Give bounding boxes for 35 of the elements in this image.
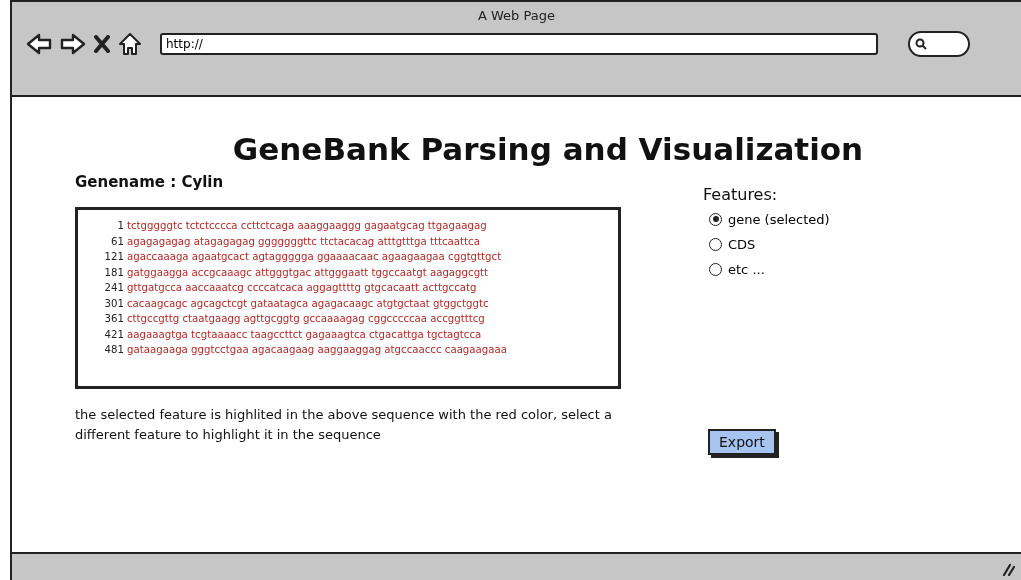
sequence-line: gttgatgcca aaccaaatcg ccccatcaca aggagttttg gtgcacaatt acttgccatg: [127, 281, 477, 295]
search-field[interactable]: [908, 31, 970, 57]
line-number: 241: [103, 281, 124, 295]
address-field[interactable]: http://: [160, 33, 878, 55]
sequence-line: gatggaagga accgcaaagc attgggtgac attgggaatt tggccaatgt aagaggcgtt: [127, 265, 489, 280]
sequence-line: tctgggggtc tctctcccca ccttctcaga aaaggaaggg gagaatgcag ttgagaagag: [127, 219, 487, 233]
sequence-line: cacaagcagc agcagctcgt gataatagca agagacaagc atgtgctaat gtggctggtc: [127, 296, 489, 311]
radio-label[interactable]: gene (selected): [728, 211, 830, 227]
line-number: 301: [103, 296, 124, 311]
radio-label[interactable]: CDS: [728, 236, 756, 252]
search-icon: [915, 38, 927, 50]
line-number: 361: [103, 312, 124, 326]
line-number: 481: [103, 343, 124, 357]
line-number: 121: [103, 250, 124, 264]
line-number: 421: [103, 327, 124, 342]
description-text: the selected feature is highlited in the above sequence with the red color, select a different feature to highlight it in the sequence: [75, 406, 613, 444]
sequence-line: agagagagag atagagagag gggggggttc ttctacacag atttgtttga tttcaattca: [127, 234, 480, 249]
line-number: 1: [116, 219, 124, 233]
export-button[interactable]: Export: [708, 429, 776, 455]
sequence-line: cttgccgttg ctaatgaagg agttgcggtg gccaaaagag cggcccccaa accggtttcg: [127, 312, 485, 326]
line-number: 61: [110, 234, 124, 249]
close-icon[interactable]: [94, 35, 110, 53]
window-title: A Web Page: [477, 8, 556, 23]
genename-label: Genename : Cylin: [75, 173, 225, 191]
features-label: Features:: [703, 185, 779, 204]
sequence-line: agaccaaaga agaatgcact agtaggggga ggaaaacaac agaagaagaa cggtgttgct: [127, 250, 502, 264]
sequence-line: gataagaaga gggtcctgaa agacaagaag aaggaaggag atgccaaccc caagaagaaa: [127, 343, 508, 357]
resize-grip-icon[interactable]: [1001, 562, 1015, 576]
back-icon[interactable]: [26, 33, 52, 55]
radio-label[interactable]: etc ...: [728, 261, 765, 277]
home-icon[interactable]: [118, 32, 142, 56]
line-number: 181: [103, 265, 124, 280]
sequence-line: aagaaagtga tcgtaaaacc taagccttct gagaaagtca ctgacattga tgctagtcca: [127, 327, 482, 342]
page-title: GeneBank Parsing and Visualization: [231, 131, 865, 167]
forward-icon[interactable]: [60, 33, 86, 55]
